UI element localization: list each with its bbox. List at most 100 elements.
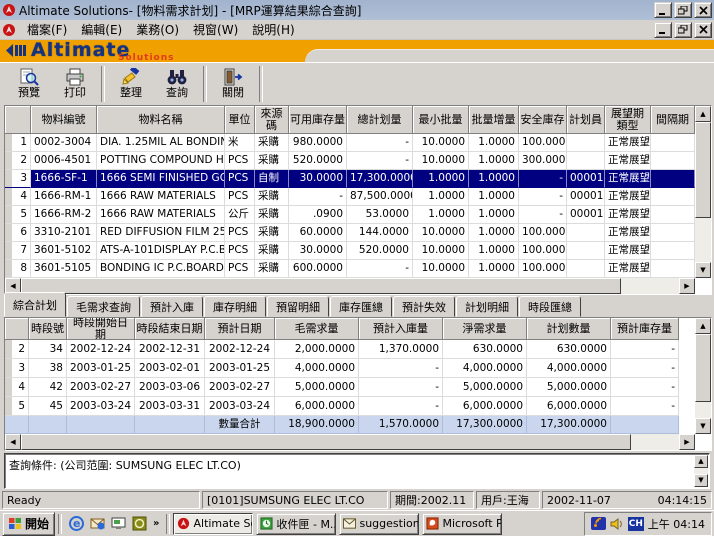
column-header-indicator[interactable] bbox=[5, 318, 29, 340]
tab-預留明細[interactable]: 預留明細 bbox=[267, 296, 329, 317]
start-button[interactable]: 開始 bbox=[2, 512, 55, 536]
column-header-時段結束日期[interactable]: 時段結束日期 bbox=[135, 318, 205, 340]
task-button-Altimate-Sol-[interactable]: Altimate Sol... bbox=[173, 513, 253, 535]
column-header-單位[interactable]: 單位 bbox=[225, 106, 255, 134]
column-header-間隔期[interactable]: 間隔期 bbox=[651, 106, 695, 134]
scroll-right-icon[interactable]: ▶ bbox=[679, 434, 695, 450]
cell bbox=[567, 242, 605, 260]
column-header-預計庫存量[interactable]: 預計庫存量 bbox=[611, 318, 679, 340]
column-header-時段開始日期[interactable]: 時段開始日期 bbox=[67, 318, 135, 340]
minimize-button[interactable] bbox=[654, 2, 672, 18]
cell: 3601-5105 bbox=[31, 260, 97, 278]
tab-預計失效[interactable]: 預計失效 bbox=[393, 296, 455, 317]
column-header-淨需求量[interactable]: 淨需求量 bbox=[443, 318, 527, 340]
scroll-down-icon[interactable]: ▼ bbox=[695, 418, 711, 434]
media-player-icon[interactable] bbox=[132, 516, 147, 531]
period-row[interactable]: 4422003-02-272003-03-062003-02-275,000.0… bbox=[5, 378, 695, 397]
period-row[interactable]: 3382003-01-252003-02-012003-01-254,000.0… bbox=[5, 359, 695, 378]
volume-meter-icon[interactable] bbox=[591, 517, 606, 530]
scrollbar-thumb[interactable] bbox=[21, 434, 631, 450]
outlook-icon[interactable] bbox=[90, 516, 105, 531]
period-grid-header: 時段號時段開始日期時段結束日期預計日期毛需求量預計入庫量淨需求量計划數量預計庫存… bbox=[5, 318, 695, 340]
column-header-計划員[interactable]: 計划員 bbox=[567, 106, 605, 134]
scroll-left-icon[interactable]: ◀ bbox=[5, 434, 21, 450]
material-row[interactable]: 51666-RM-21666 RAW MATERIALS公斤采購.090053.… bbox=[5, 206, 695, 224]
tab-毛需求查詢[interactable]: 毛需求查詢 bbox=[67, 296, 140, 317]
scrollbar-thumb[interactable] bbox=[695, 334, 711, 402]
cell: - bbox=[519, 188, 567, 206]
mdi-restore-button[interactable] bbox=[674, 22, 692, 38]
material-row[interactable]: 63310-2101RED DIFFUSION FILM 25.4MMPCS采購… bbox=[5, 224, 695, 242]
column-header-預計入庫量[interactable]: 預計入庫量 bbox=[359, 318, 443, 340]
column-header-可用庫存量[interactable]: 可用庫存量 bbox=[289, 106, 347, 134]
period-grid-vscrollbar[interactable]: ▲ ▼ bbox=[695, 318, 711, 434]
column-header-計划數量[interactable]: 計划數量 bbox=[527, 318, 611, 340]
column-header-物料編號[interactable]: 物料編號 bbox=[31, 106, 97, 134]
total-cell bbox=[611, 416, 679, 434]
task-button-收件匣-M-[interactable]: 收件匣 - M... bbox=[256, 513, 336, 535]
column-header-安全庫存[interactable]: 安全庫存 bbox=[519, 106, 567, 134]
scroll-down-icon[interactable]: ▼ bbox=[694, 474, 708, 487]
material-row[interactable]: 20006-4501POTTING COMPOUND HYSOLPCS采購520… bbox=[5, 152, 695, 170]
tab-預計入庫[interactable]: 預計入庫 bbox=[141, 296, 203, 317]
query-button[interactable]: 查詢 bbox=[154, 64, 200, 104]
mdi-minimize-button[interactable] bbox=[654, 22, 672, 38]
material-grid-vscrollbar[interactable]: ▲ ▼ bbox=[695, 106, 711, 278]
scrollbar-thumb[interactable] bbox=[695, 122, 711, 218]
material-row[interactable]: 83601-5105BONDING IC P.C.BOARD 0.8MMPCS采… bbox=[5, 260, 695, 278]
close-button[interactable] bbox=[694, 2, 712, 18]
column-header-物料名稱[interactable]: 物料名稱 bbox=[97, 106, 225, 134]
column-header-時段號[interactable]: 時段號 bbox=[29, 318, 67, 340]
task-button-Microsoft-P-[interactable]: Microsoft P... bbox=[422, 513, 502, 535]
cell: 采購 bbox=[255, 224, 289, 242]
print-button[interactable]: 打印 bbox=[52, 64, 98, 104]
period-row[interactable]: 2342002-12-242002-12-312002-12-242,000.0… bbox=[5, 340, 695, 359]
menu-item-4[interactable]: 說明(H) bbox=[245, 19, 301, 40]
material-row[interactable]: 31666-SF-11666 SEMI FINISHED GOODSPCS自制3… bbox=[5, 170, 695, 188]
restore-button[interactable] bbox=[674, 2, 692, 18]
mdi-close-button[interactable] bbox=[694, 22, 712, 38]
menu-item-1[interactable]: 編輯(E) bbox=[74, 19, 129, 40]
ie-icon[interactable]: e bbox=[69, 516, 84, 531]
cell: POTTING COMPOUND HYSOL bbox=[97, 152, 225, 170]
close-module-label: 關閉 bbox=[222, 87, 244, 99]
tab-時段匯總[interactable]: 時段匯總 bbox=[519, 296, 581, 317]
chevron-more-icon[interactable]: » bbox=[153, 518, 159, 529]
column-header-indicator[interactable] bbox=[5, 106, 31, 134]
column-header-毛需求量[interactable]: 毛需求量 bbox=[275, 318, 359, 340]
tab-綜合計划[interactable]: 綜合計划 bbox=[4, 292, 66, 317]
material-row[interactable]: 10002-3004DIA. 1.25MIL AL BONDING WI米采購9… bbox=[5, 134, 695, 152]
column-header-預計日期[interactable]: 預計日期 bbox=[205, 318, 275, 340]
scroll-down-icon[interactable]: ▼ bbox=[695, 262, 711, 278]
menu-item-0[interactable]: 檔案(F) bbox=[20, 19, 74, 40]
column-header-最小批量[interactable]: 最小批量 bbox=[413, 106, 469, 134]
arrange-button[interactable]: 整理 bbox=[108, 64, 154, 104]
period-row[interactable]: 5452003-03-242003-03-312003-03-246,000.0… bbox=[5, 397, 695, 416]
menu-item-3[interactable]: 視窗(W) bbox=[186, 19, 245, 40]
tab-庫存明細[interactable]: 庫存明細 bbox=[204, 296, 266, 317]
taskbar-clock: 上午 04:14 bbox=[648, 516, 705, 532]
speaker-icon[interactable] bbox=[610, 518, 624, 530]
column-header-批量增量[interactable]: 批量增量 bbox=[469, 106, 519, 134]
scroll-up-icon[interactable]: ▲ bbox=[694, 455, 708, 468]
material-row[interactable]: 41666-RM-11666 RAW MATERIALSPCS采購-87,500… bbox=[5, 188, 695, 206]
cell bbox=[651, 242, 695, 260]
query-panel-scrollbar[interactable]: ▲ ▼ bbox=[694, 455, 708, 487]
material-row[interactable]: 73601-5102ATS-A-101DISPLAY P.C.B(0.7PCS采… bbox=[5, 242, 695, 260]
task-button-suggestions-[interactable]: suggestions ... bbox=[339, 513, 419, 535]
ime-indicator[interactable]: CH bbox=[628, 517, 644, 531]
column-header-展望期類型[interactable]: 展望期類型 bbox=[605, 106, 651, 134]
tab-計划明細[interactable]: 計划明細 bbox=[456, 296, 518, 317]
close-module-button[interactable]: 關閉 bbox=[210, 64, 256, 104]
column-header-來源碼[interactable]: 來源碼 bbox=[255, 106, 289, 134]
scroll-up-icon[interactable]: ▲ bbox=[695, 106, 711, 122]
menu-item-2[interactable]: 業務(O) bbox=[129, 19, 186, 40]
period-grid-hscrollbar[interactable]: ◀ ▶ bbox=[5, 434, 695, 450]
cell: 采購 bbox=[255, 134, 289, 152]
desktop-icon[interactable] bbox=[111, 516, 126, 531]
column-header-總計划量[interactable]: 總計划量 bbox=[347, 106, 413, 134]
preview-button[interactable]: 預覽 bbox=[6, 64, 52, 104]
scroll-up-icon[interactable]: ▲ bbox=[695, 318, 711, 334]
brand-mark-icon bbox=[6, 44, 26, 57]
tab-庫存匯總[interactable]: 庫存匯總 bbox=[330, 296, 392, 317]
